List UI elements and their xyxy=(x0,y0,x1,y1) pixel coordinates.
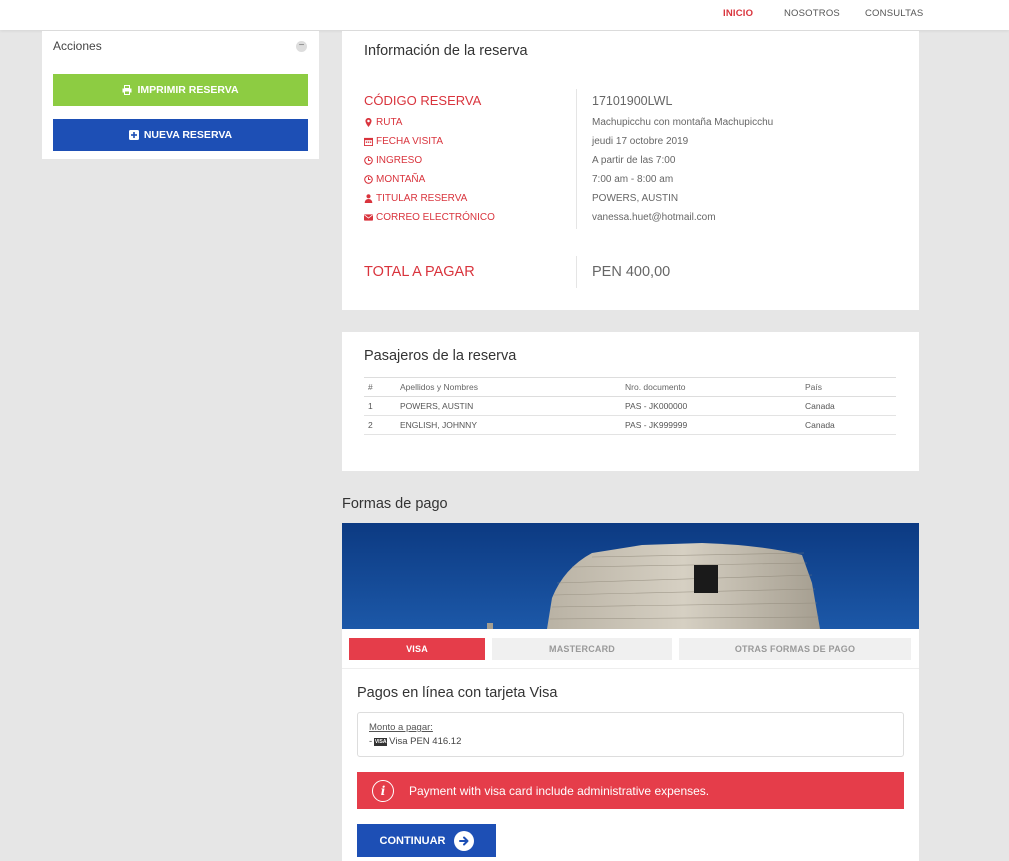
total-label: TOTAL A PAGAR xyxy=(364,264,475,280)
visa-logo-icon: VISA xyxy=(374,737,388,746)
reservation-info-title: Información de la reserva xyxy=(364,43,528,59)
cell-document: PAS - JK000000 xyxy=(621,396,801,416)
plus-square-icon xyxy=(128,130,139,140)
payment-section-title: Formas de pago xyxy=(342,496,448,512)
arrow-right-icon xyxy=(453,830,474,851)
ruta-label-text: RUTA xyxy=(376,117,403,128)
visa-payment-title: Pagos en línea con tarjeta Visa xyxy=(357,685,558,701)
tab-visa[interactable]: VISA xyxy=(349,638,485,660)
titular-value: POWERS, AUSTIN xyxy=(592,193,679,204)
ruta-value: Machupicchu con montaña Machupicchu xyxy=(592,117,774,128)
ingreso-label: INGRESO xyxy=(364,155,422,166)
info-icon: i xyxy=(372,779,394,802)
col-header-document: Nro. documento xyxy=(621,377,801,397)
amount-box: Monto a pagar: - VISA Visa PEN 416.12 xyxy=(357,712,904,757)
montana-label: MONTAÑA xyxy=(364,174,425,185)
new-reservation-button[interactable]: NUEVA RESERVA xyxy=(53,119,308,151)
user-icon xyxy=(364,194,373,203)
fecha-label-text: FECHA VISITA xyxy=(376,136,444,147)
codigo-label: CÓDIGO RESERVA xyxy=(364,93,482,108)
passengers-title: Pasajeros de la reserva xyxy=(364,348,517,364)
stone-tower-illustration xyxy=(342,523,919,629)
col-header-country: País xyxy=(801,377,896,397)
correo-label: CORREO ELECTRÓNICO xyxy=(364,212,495,223)
fee-alert: i Payment with visa card include adminis… xyxy=(357,772,904,809)
codigo-value: 17101900LWL xyxy=(592,94,673,108)
payment-tabs: VISA MASTERCARD OTRAS FORMAS DE PAGO xyxy=(342,629,919,669)
cell-name: POWERS, AUSTIN xyxy=(396,396,621,416)
collapse-icon[interactable]: − xyxy=(296,41,307,52)
table-row: 2 ENGLISH, JOHNNY PAS - JK999999 Canada xyxy=(364,415,896,435)
print-reservation-label: IMPRIMIR RESERVA xyxy=(137,84,239,96)
printer-icon xyxy=(122,85,132,95)
divider xyxy=(576,89,577,229)
correo-label-text: CORREO ELECTRÓNICO xyxy=(376,212,495,223)
total-value: PEN 400,00 xyxy=(592,264,671,280)
calendar-icon xyxy=(364,137,373,146)
hero-image xyxy=(342,523,919,629)
continue-label: CONTINUAR xyxy=(379,834,446,847)
tab-otras-formas[interactable]: OTRAS FORMAS DE PAGO xyxy=(679,638,911,660)
cell-document: PAS - JK999999 xyxy=(621,415,801,435)
amount-value: Visa PEN 416.12 xyxy=(389,736,462,747)
passengers-card: Pasajeros de la reserva # Apellidos y No… xyxy=(342,332,919,471)
titular-label: TITULAR RESERVA xyxy=(364,193,467,204)
envelope-icon xyxy=(364,214,373,221)
nav-link-consultas[interactable]: CONSULTAS xyxy=(865,8,923,19)
tab-mastercard[interactable]: MASTERCARD xyxy=(492,638,672,660)
col-header-name: Apellidos y Nombres xyxy=(396,377,621,397)
montana-label-text: MONTAÑA xyxy=(376,174,426,185)
print-reservation-button[interactable]: IMPRIMIR RESERVA xyxy=(53,74,308,106)
col-header-index: # xyxy=(364,377,396,397)
table-header-row: # Apellidos y Nombres Nro. documento Paí… xyxy=(364,377,896,397)
actions-panel: Acciones − IMPRIMIR RESERVA NUEVA RESERV… xyxy=(42,31,319,159)
payment-card: VISA MASTERCARD OTRAS FORMAS DE PAGO Pag… xyxy=(342,523,919,861)
passengers-table: # Apellidos y Nombres Nro. documento Paí… xyxy=(364,377,896,435)
table-row: 1 POWERS, AUSTIN PAS - JK000000 Canada xyxy=(364,396,896,416)
cell-name: ENGLISH, JOHNNY xyxy=(396,415,621,435)
nav-link-inicio[interactable]: INICIO xyxy=(723,8,753,19)
amount-prefix: - xyxy=(369,736,373,747)
fecha-label: FECHA VISITA xyxy=(364,136,443,147)
clock-icon xyxy=(364,175,373,184)
titular-label-text: TITULAR RESERVA xyxy=(376,193,468,204)
cell-country: Canada xyxy=(801,415,896,435)
amount-value-row: - VISA Visa PEN 416.12 xyxy=(369,736,461,747)
ruta-label: RUTA xyxy=(364,117,402,128)
actions-title: Acciones xyxy=(53,39,102,53)
divider xyxy=(576,256,577,288)
amount-label: Monto a pagar: xyxy=(369,722,433,733)
clock-icon xyxy=(364,156,373,165)
fee-alert-text: Payment with visa card include administr… xyxy=(409,783,710,798)
fecha-value: jeudi 17 octobre 2019 xyxy=(592,136,689,147)
nav-link-nosotros[interactable]: NOSOTROS xyxy=(784,8,840,19)
cell-index: 2 xyxy=(364,415,396,435)
map-marker-icon xyxy=(365,118,372,127)
ingreso-label-text: INGRESO xyxy=(376,155,423,166)
montana-value: 7:00 am - 8:00 am xyxy=(592,174,674,185)
cell-index: 1 xyxy=(364,396,396,416)
top-navbar: INICIO NOSOTROS CONSULTAS xyxy=(0,0,1009,30)
ingreso-value: A partir de las 7:00 xyxy=(592,155,676,166)
continue-button[interactable]: CONTINUAR xyxy=(357,824,496,857)
correo-value: vanessa.huet@hotmail.com xyxy=(592,212,716,223)
new-reservation-label: NUEVA RESERVA xyxy=(143,129,233,141)
reservation-info-card: Información de la reserva CÓDIGO RESERVA… xyxy=(342,31,919,310)
cell-country: Canada xyxy=(801,396,896,416)
